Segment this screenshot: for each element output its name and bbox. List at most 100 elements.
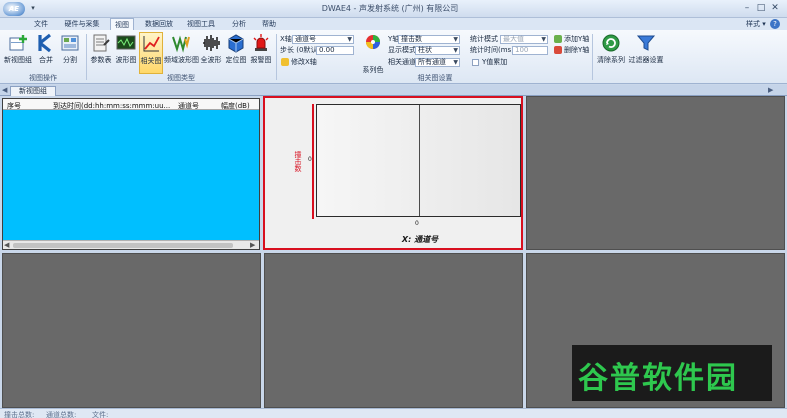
style-menu[interactable]: 样式 ▾ bbox=[746, 19, 766, 29]
waveform-label: 波形图 bbox=[115, 56, 137, 64]
view-ops-group-label: 视图操作 bbox=[29, 74, 57, 82]
view-types-group-label: 视图类型 bbox=[167, 74, 195, 82]
full-waveform-icon bbox=[203, 35, 220, 51]
ribbon: 新视图组 合并 分割 视图操作 参数表 波形图 相关图 频域波形图 全波形 定位… bbox=[0, 30, 787, 84]
display-mode-value: 柱状 bbox=[418, 46, 432, 54]
dropdown-arrow-icon: ▼ bbox=[453, 47, 458, 54]
freq-waveform-icon bbox=[172, 35, 190, 53]
document-tab-bar: ◀ 新视图组 ▶ bbox=[0, 85, 787, 96]
alarm-map-icon bbox=[253, 34, 269, 51]
plot-area[interactable] bbox=[316, 104, 521, 217]
status-bar: 撞击总数: 通道总数: 文件: bbox=[0, 408, 787, 418]
minimize-icon[interactable]: – bbox=[740, 2, 754, 14]
location-map-button[interactable]: 定位图 bbox=[224, 32, 248, 74]
x-axis-combo[interactable]: 通道号 ▼ bbox=[292, 35, 354, 44]
column-channel[interactable]: 通道号 bbox=[178, 101, 199, 111]
freq-waveform-button[interactable]: 频域波形图 bbox=[164, 32, 199, 74]
column-index[interactable]: 序号 bbox=[7, 101, 21, 111]
split-button[interactable]: 分割 bbox=[59, 32, 81, 74]
related-channel-label: 相关通道 bbox=[388, 58, 416, 66]
empty-view-pane[interactable] bbox=[526, 96, 785, 250]
close-icon[interactable]: ✕ bbox=[768, 2, 782, 14]
display-mode-label: 显示模式 bbox=[388, 46, 416, 54]
tab-analysis[interactable]: 分析 bbox=[228, 18, 250, 30]
scroll-left-icon[interactable]: ◀ bbox=[4, 241, 9, 249]
y-axis-value: 撞击数 bbox=[401, 35, 422, 43]
tab-hardware-acquisition[interactable]: 硬件与采集 bbox=[60, 18, 104, 30]
empty-view-pane[interactable] bbox=[2, 253, 261, 408]
dropdown-arrow-icon: ▼ bbox=[347, 36, 352, 43]
stat-time-value: 100 bbox=[515, 46, 529, 54]
add-y-axis-button[interactable]: 添加Y轴 bbox=[564, 35, 589, 44]
tab-new-view-group[interactable]: 新视图组 bbox=[10, 86, 56, 96]
related-channel-combo[interactable]: 所有通道 ▼ bbox=[415, 58, 460, 67]
scroll-right-icon[interactable]: ▶ bbox=[250, 241, 255, 249]
y-axis-combo[interactable]: 撞击数 ▼ bbox=[398, 35, 460, 44]
tab-file[interactable]: 文件 bbox=[30, 18, 52, 30]
x-tick-label: 0 bbox=[415, 220, 419, 227]
app-logo[interactable]: AE bbox=[3, 2, 25, 16]
split-label: 分割 bbox=[63, 56, 77, 64]
correlation-chart-pane[interactable]: 撞击数 0 0 X: 通道号 bbox=[263, 96, 523, 250]
series-color-button[interactable]: 系列色 bbox=[360, 32, 386, 74]
stat-time-input[interactable]: 100 bbox=[512, 46, 548, 55]
empty-view-pane[interactable] bbox=[264, 253, 523, 408]
status-channel-count: 通道总数: bbox=[46, 411, 77, 418]
column-arrival-time[interactable]: 到达时间(dd:hh:mm:ss:mmm:uu... bbox=[53, 101, 170, 111]
delete-y-axis-button[interactable]: 删除Y轴 bbox=[564, 46, 589, 55]
stat-mode-label: 统计模式 bbox=[470, 35, 498, 43]
waveform-button[interactable]: 波形图 bbox=[114, 32, 138, 74]
x-axis-label: X轴 bbox=[280, 35, 292, 43]
tab-scroll-left-icon[interactable]: ◀ bbox=[2, 86, 7, 94]
parameter-table-pane[interactable]: 序号 到达时间(dd:hh:mm:ss:mmm:uu... 通道号 幅度(dB)… bbox=[2, 98, 260, 250]
table-horizontal-scrollbar[interactable]: ◀ ▶ bbox=[3, 240, 259, 249]
filter-icon bbox=[636, 35, 656, 51]
correlation-icon bbox=[143, 36, 160, 52]
maximize-icon[interactable]: □ bbox=[754, 2, 768, 14]
watermark-text: 谷普软件园 bbox=[578, 361, 738, 396]
separator bbox=[86, 34, 87, 80]
correlation-label: 相关图 bbox=[140, 57, 162, 65]
status-hit-count: 撞击总数: bbox=[4, 411, 35, 418]
location-map-label: 定位图 bbox=[225, 56, 247, 64]
clear-series-button[interactable]: 清除系列 bbox=[595, 32, 627, 74]
alarm-map-button[interactable]: 报警图 bbox=[249, 32, 273, 74]
separator bbox=[592, 34, 593, 80]
new-view-group-icon bbox=[9, 35, 27, 51]
tab-scroll-right-icon[interactable]: ▶ bbox=[768, 86, 773, 94]
watermark-logo: 谷普软件园 bbox=[572, 345, 772, 401]
freq-waveform-label: 频域波形图 bbox=[164, 56, 199, 64]
stat-mode-combo[interactable]: 最大值 ▼ bbox=[500, 35, 548, 44]
filter-settings-button[interactable]: 过滤器设置 bbox=[628, 32, 664, 74]
display-mode-combo[interactable]: 柱状 ▼ bbox=[415, 46, 460, 55]
modify-x-axis-button[interactable]: 修改X轴 bbox=[291, 58, 317, 67]
tab-data-replay[interactable]: 数据回放 bbox=[142, 18, 176, 30]
plot-center-line bbox=[419, 105, 420, 216]
tab-view-tools[interactable]: 视图工具 bbox=[184, 18, 218, 30]
y-axis-line bbox=[312, 104, 314, 219]
quick-access-dropdown-icon[interactable]: ▾ bbox=[28, 4, 38, 14]
y-add-label: Y值累加 bbox=[482, 58, 508, 66]
help-icon[interactable]: ? bbox=[770, 19, 780, 29]
column-amplitude[interactable]: 幅度(dB) bbox=[221, 101, 250, 111]
stat-mode-value: 最大值 bbox=[503, 35, 524, 43]
y-add-checkbox[interactable] bbox=[472, 59, 479, 66]
new-view-group-button[interactable]: 新视图组 bbox=[3, 32, 33, 74]
refresh-icon bbox=[602, 34, 620, 52]
step-input[interactable]: 0.00 bbox=[316, 46, 354, 55]
step-value: 0.00 bbox=[319, 46, 335, 54]
filter-settings-label: 过滤器设置 bbox=[628, 56, 664, 64]
scroll-thumb[interactable] bbox=[13, 243, 233, 248]
edit-icon bbox=[281, 58, 289, 66]
correlation-button[interactable]: 相关图 bbox=[139, 32, 163, 74]
merge-label: 合并 bbox=[39, 56, 53, 64]
tab-help[interactable]: 帮助 bbox=[258, 18, 280, 30]
status-file: 文件: bbox=[92, 411, 109, 418]
full-waveform-button[interactable]: 全波形 bbox=[199, 32, 223, 74]
table-header: 序号 到达时间(dd:hh:mm:ss:mmm:uu... 通道号 幅度(dB) bbox=[3, 99, 259, 110]
param-table-button[interactable]: 参数表 bbox=[89, 32, 113, 74]
dropdown-arrow-icon: ▼ bbox=[541, 36, 546, 43]
merge-button[interactable]: 合并 bbox=[35, 32, 57, 74]
clear-series-label: 清除系列 bbox=[597, 56, 625, 64]
tab-view[interactable]: 视图 bbox=[110, 18, 134, 30]
